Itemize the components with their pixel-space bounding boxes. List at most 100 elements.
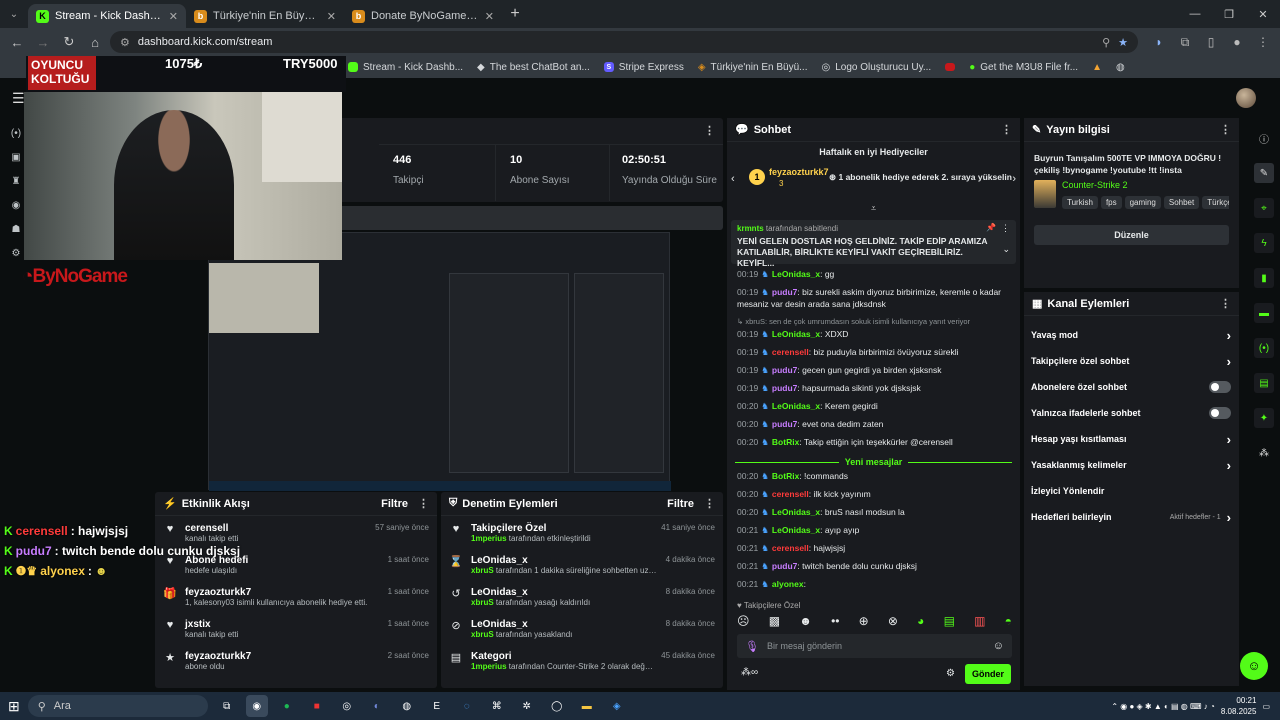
tag-chip[interactable]: Türkçe	[1202, 196, 1229, 209]
tray-icons[interactable]: ⌃ ◉ ● ◈ ✱ ▲ ◐ ▤ ◍ ⌨ ♪ ◔	[1111, 702, 1215, 711]
more-icon[interactable]: ⋮	[418, 497, 429, 510]
channel-action-item[interactable]: Abonelere özel sohbet	[1024, 374, 1239, 400]
moderation-actor[interactable]: xbruS	[471, 598, 494, 607]
mic-icon[interactable]: 🎙	[745, 640, 759, 653]
toggle-switch[interactable]	[1209, 407, 1231, 419]
chat-bubble-icon[interactable]: ▬	[1254, 303, 1274, 323]
chevron-right-icon[interactable]: ›	[1227, 354, 1231, 369]
tab-bynogame[interactable]: b Türkiye'nin En Büyük Oyuncu D ✕	[186, 4, 344, 28]
chat-user[interactable]: alyonex	[772, 579, 804, 589]
moderation-actor[interactable]: 1mperius	[471, 662, 507, 671]
emote-icon[interactable]: ⊕	[859, 614, 869, 628]
chat-message[interactable]: 00:19 ♞ cerensell: biz puduyla birbirimizi…	[727, 346, 1020, 358]
bookmark-item[interactable]: ◎ Logo Oluşturucu Uy...	[821, 62, 931, 73]
chat-message[interactable]: ↳ xbruS: sen de çok umrumdasın sokuk isi…	[727, 316, 1020, 328]
chat-user[interactable]: BotRix	[772, 437, 799, 447]
new-tab-button[interactable]: +	[502, 5, 528, 23]
chat-message[interactable]: 00:19 ♞ pudu7: hapsurmada sikinti yok djsk…	[727, 382, 1020, 394]
chat-user[interactable]: cerensell	[772, 347, 809, 357]
profile-icon[interactable]: ●	[1226, 35, 1248, 49]
channel-action-item[interactable]: İzleyici Yönlendir	[1024, 478, 1239, 504]
capcut-icon[interactable]: ⌘	[486, 695, 508, 717]
home-icon[interactable]: ⌂	[84, 35, 106, 50]
chat-user[interactable]: LeOnidas_x	[772, 329, 820, 339]
app-icon[interactable]: ■	[306, 695, 328, 717]
bookmark-item[interactable]: S Stripe Express	[603, 62, 684, 73]
bookmark-item[interactable]: ◈ Türkiye'nin En Büyü...	[698, 62, 808, 73]
broadcast-icon[interactable]: (•)	[1254, 338, 1274, 358]
tag-chip[interactable]: Sohbet	[1163, 196, 1200, 209]
more-icon[interactable]: ⋮	[1001, 223, 1010, 234]
channel-action-item[interactable]: Takipçilere özel sohbet ›	[1024, 348, 1239, 374]
maximize-icon[interactable]: ❐	[1212, 8, 1246, 21]
emote-icon[interactable]: ▥	[974, 614, 985, 628]
chat-message[interactable]: 00:20 ♞ BotRix: Takip ettiğin için teşekkü…	[727, 436, 1020, 448]
emote-icon[interactable]: ▩	[769, 614, 780, 628]
emote-icon[interactable]: ••	[831, 614, 839, 628]
tab-kick-dashboard[interactable]: K Stream - Kick Dashboard ✕	[28, 4, 186, 28]
chat-message[interactable]: 00:19 ♞ LeOnidas_x: XDXD	[727, 328, 1020, 340]
tab-search-icon[interactable]: ⌄	[0, 0, 28, 28]
filter-button[interactable]: Filtre	[667, 498, 694, 510]
chat-user[interactable]: LeOnidas_x	[772, 525, 820, 535]
emoji-icon[interactable]: ☺	[993, 640, 1004, 652]
app-icon[interactable]: ◌	[456, 695, 478, 717]
close-window-icon[interactable]: ✕	[1246, 8, 1280, 21]
minimize-icon[interactable]: —	[1178, 8, 1212, 21]
more-icon[interactable]: ⋮	[1220, 297, 1231, 310]
moderation-item[interactable]: ⊘ LeOnidas_x xbruS tarafından yasaklandı 8 …	[441, 615, 723, 647]
chat-message[interactable]: 00:21 ♞ LeOnidas_x: ayıp ayıp	[727, 524, 1020, 536]
moderation-item[interactable]: ⌛ LeOnidas_x xbruS tarafından 1 dakika sür…	[441, 551, 723, 583]
bookmark-item[interactable]	[945, 63, 956, 71]
emote-icon[interactable]: ☹	[737, 614, 750, 628]
emote-icon[interactable]: ▤	[944, 614, 955, 628]
app-icon[interactable]: ◯	[546, 695, 568, 717]
chat-tools-icon[interactable]: ⁂∞	[741, 667, 758, 678]
clock[interactable]: 00:21 8.08.2025	[1221, 695, 1257, 717]
close-icon[interactable]: ✕	[485, 10, 494, 23]
back-icon[interactable]: ←	[6, 35, 28, 50]
chat-user[interactable]: pudu7	[772, 365, 798, 375]
channel-action-item[interactable]: Hedefleri belirleyin Aktif hedefler - 1 ›	[1024, 504, 1239, 530]
chat-message[interactable]: 00:20 ♞ LeOnidas_x: Kerem gegirdi	[727, 400, 1020, 412]
reload-icon[interactable]: ↻	[58, 34, 80, 50]
pinned-message[interactable]: krmnts tarafından sabitlendi YENİ GELEN …	[731, 220, 1016, 268]
bookmark-item[interactable]: ◆ The best ChatBot an...	[477, 62, 590, 73]
epic-icon[interactable]: E	[426, 695, 448, 717]
discord-icon[interactable]: ◐	[366, 695, 388, 717]
tag-chip[interactable]: Turkish	[1062, 196, 1098, 209]
chevron-down-icon[interactable]: ⌄	[1002, 244, 1010, 255]
moderation-item[interactable]: ▤ Kategori 1mperius tarafından Counter-Str…	[441, 647, 723, 679]
windows-start-icon[interactable]: ⊞	[8, 698, 20, 715]
obs-icon[interactable]: ◎	[336, 695, 358, 717]
channel-action-item[interactable]: Yalnızca ifadelerle sohbet	[1024, 400, 1239, 426]
chat-message[interactable]: 00:19 ♞ pudu7: biz surekli askim diyoruz b…	[727, 286, 1020, 310]
community-icon[interactable]: ⁂	[1254, 443, 1274, 463]
chevron-left-icon[interactable]: ‹	[731, 173, 735, 185]
edit-icon[interactable]: ✎	[1254, 163, 1274, 183]
chat-input[interactable]: 🎙 Bir mesaj gönderin ☺	[737, 634, 1012, 658]
tag-chip[interactable]: gaming	[1124, 196, 1161, 209]
zoom-icon[interactable]: ⚲	[1102, 36, 1110, 49]
chat-user[interactable]: LeOnidas_x	[772, 269, 820, 279]
sidebar-icon[interactable]: ▯	[1200, 35, 1222, 49]
bookmark-star-icon[interactable]: ★	[1118, 36, 1128, 49]
bookmark-item[interactable]: ▲	[1092, 62, 1102, 73]
chat-message[interactable]: 00:20 ♞ pudu7: evet ona dedim zaten	[727, 418, 1020, 430]
chat-message[interactable]: 00:21 ♞ cerensell: hajwjsjsj	[727, 542, 1020, 554]
emote-icon[interactable]: ⊗	[888, 614, 898, 628]
taskbar-search[interactable]: ⚲ Ara	[27, 695, 208, 717]
info-icon[interactable]: ⓘ	[1254, 128, 1274, 148]
emote-icon[interactable]: ☻	[799, 614, 812, 628]
chat-user[interactable]: pudu7	[772, 287, 798, 297]
emote-icon[interactable]: ◕	[917, 614, 924, 628]
edit-button[interactable]: Düzenle	[1034, 225, 1229, 245]
chevron-right-icon[interactable]: ›	[1227, 458, 1231, 473]
chat-message[interactable]: 00:19 ♞ pudu7: gecen gun gegirdi ya birden…	[727, 364, 1020, 376]
extensions-icon[interactable]: ⧉	[1174, 35, 1196, 50]
extension-icon[interactable]: ◗	[1148, 35, 1170, 49]
chevron-right-icon[interactable]: ›	[1227, 510, 1231, 525]
moderation-actor[interactable]: xbruS	[471, 630, 494, 639]
chevron-right-icon[interactable]: ›	[1227, 432, 1231, 447]
chat-message[interactable]: 00:20 ♞ cerensell: ilk kick yayınım	[727, 488, 1020, 500]
